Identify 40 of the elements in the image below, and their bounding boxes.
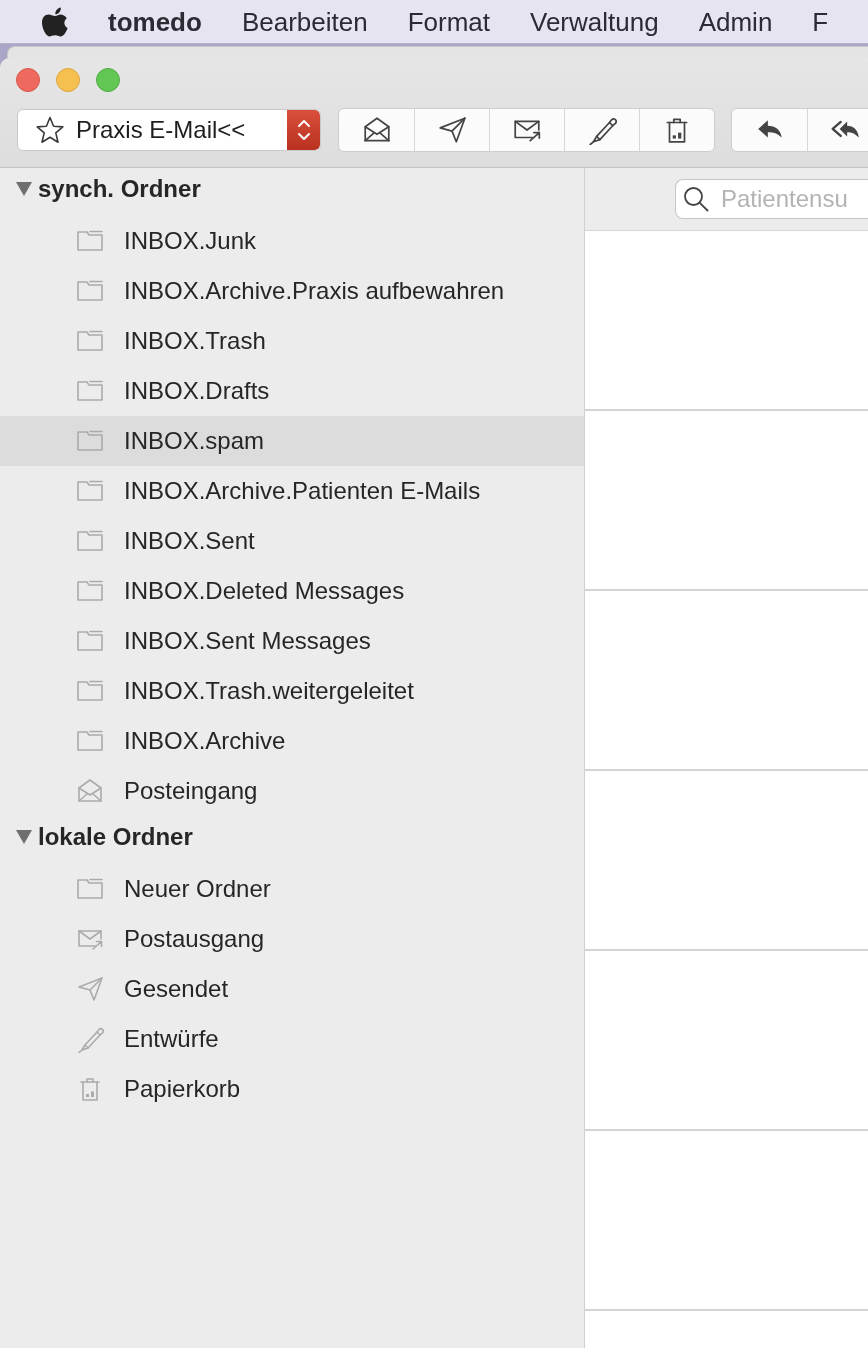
- sidebar-item[interactable]: INBOX.Junk: [0, 216, 584, 266]
- sidebar-item[interactable]: INBOX.Sent Messages: [0, 616, 584, 666]
- disclosure-triangle-icon[interactable]: [16, 830, 32, 844]
- open-envelope-icon: [76, 777, 104, 805]
- sidebar-item[interactable]: Neuer Ordner: [0, 864, 584, 914]
- sidebar-item[interactable]: Entwürfe: [0, 1014, 584, 1064]
- menu-item[interactable]: Bearbeiten: [241, 5, 368, 38]
- menu-item[interactable]: F: [812, 5, 829, 38]
- search-icon: [683, 186, 709, 212]
- sidebar-item[interactable]: INBOX.Deleted Messages: [0, 566, 584, 616]
- app-menu[interactable]: tomedo: [108, 5, 202, 38]
- menu-item[interactable]: Admin: [698, 5, 773, 38]
- sidebar-item[interactable]: Postausgang: [0, 914, 584, 964]
- sidebar-item[interactable]: INBOX.Trash: [0, 316, 584, 366]
- pen-icon: [76, 1025, 104, 1053]
- disclosure-triangle-icon[interactable]: [16, 182, 32, 196]
- search-field[interactable]: Patientensu: [675, 179, 868, 219]
- star-icon: [36, 116, 64, 144]
- paper-plane-icon: [437, 115, 467, 145]
- sidebar-item[interactable]: INBOX.Sent: [0, 516, 584, 566]
- account-selector[interactable]: Praxis E-Mail<<: [17, 109, 321, 151]
- sidebar-item[interactable]: INBOX.Archive.Praxis aufbewahren: [0, 266, 584, 316]
- group-header[interactable]: synch. Ordner: [0, 168, 584, 216]
- menu-item[interactable]: Verwaltung: [530, 5, 659, 38]
- group-header[interactable]: lokale Ordner: [0, 816, 584, 864]
- close-button[interactable]: [16, 68, 40, 92]
- menu-item[interactable]: Format: [407, 5, 490, 38]
- stepper-icon[interactable]: [287, 110, 320, 150]
- sidebar-item[interactable]: INBOX.Trash.weitergeleitet: [0, 666, 584, 716]
- apple-icon[interactable]: [42, 6, 68, 37]
- sidebar-item[interactable]: INBOX.Archive.Patienten E-Mails: [0, 466, 584, 516]
- pen-icon: [587, 115, 617, 145]
- sidebar-item[interactable]: Posteingang: [0, 766, 584, 816]
- open-envelope-icon: [361, 115, 392, 145]
- sidebar-item[interactable]: INBOX.spam: [0, 416, 584, 466]
- paper-plane-icon: [76, 975, 104, 1003]
- sidebar-item[interactable]: INBOX.Drafts: [0, 366, 584, 416]
- sidebar-item[interactable]: Papierkorb: [0, 1064, 584, 1114]
- sidebar-item[interactable]: INBOX.Archive: [0, 716, 584, 766]
- sidebar-item[interactable]: Gesendet: [0, 964, 584, 1014]
